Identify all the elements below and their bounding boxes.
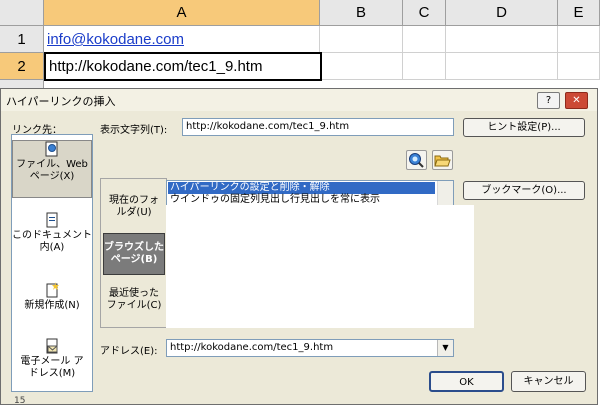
sidebar-item-new-document[interactable]: 新規作成(N) <box>12 282 92 316</box>
sidebar-item-this-document[interactable]: このドキュメント 内(A) <box>12 212 92 258</box>
cell-a1[interactable]: info@kokodane.com <box>44 26 320 53</box>
browse-web-button[interactable] <box>406 150 427 170</box>
row-header-2[interactable]: 2 <box>0 53 44 80</box>
dialog-title: ハイパーリンクの挿入 <box>6 95 116 108</box>
cell-a2-active[interactable]: http://kokodane.com/tec1_9.htm <box>44 52 322 81</box>
sidebar-label-file-web-2: ページ(X) <box>29 171 75 182</box>
column-header-d[interactable]: D <box>446 0 558 26</box>
column-header-c[interactable]: C <box>403 0 446 26</box>
email-icon <box>46 338 58 354</box>
tab-label-browsed-1: ブラウズした <box>104 242 164 253</box>
cell-e2[interactable] <box>558 53 600 80</box>
list-item[interactable]: ハイパーリンクの設定と削除・解除 <box>168 182 435 194</box>
column-header-e[interactable]: E <box>558 0 600 26</box>
sidebar-label-file-web-1: ファイル、Web <box>16 159 88 170</box>
tab-label-recent-2: ファイル(C) <box>106 300 162 311</box>
cell-c2[interactable] <box>403 53 446 80</box>
display-text-input[interactable]: http://kokodane.com/tec1_9.htm <box>182 118 454 136</box>
folder-open-icon <box>434 155 451 167</box>
address-combobox[interactable]: http://kokodane.com/tec1_9.htm <box>166 339 454 357</box>
cell-d2[interactable] <box>446 53 558 80</box>
bookmark-button[interactable]: ブックマーク(O)... <box>463 181 585 200</box>
cell-b1[interactable] <box>320 26 403 53</box>
cell-c1[interactable] <box>403 26 446 53</box>
display-text-label: 表示文字列(T): <box>100 125 168 136</box>
tab-current-folder[interactable]: 現在のフォ ルダ(U) <box>103 195 165 223</box>
list-blank-area <box>166 205 474 328</box>
tab-label-recent-1: 最近使った <box>109 288 159 299</box>
sidebar-label-this-doc-2: 内(A) <box>39 242 65 253</box>
dropdown-arrow-icon[interactable]: ▼ <box>437 340 453 356</box>
new-document-icon <box>46 282 59 298</box>
column-header-b[interactable]: B <box>320 0 403 26</box>
cell-e1[interactable] <box>558 26 600 53</box>
column-header-a[interactable]: A <box>44 0 320 26</box>
document-icon <box>46 212 58 228</box>
tab-label-current-folder-2: ルダ(U) <box>116 207 152 218</box>
sidebar-label-email-1: 電子メール ア <box>20 356 84 367</box>
sidebar-label-email-2: ドレス(M) <box>28 368 76 379</box>
globe-search-icon <box>409 153 424 168</box>
tab-label-browsed-2: ページ(B) <box>110 254 158 265</box>
cell-b2[interactable] <box>320 53 403 80</box>
tab-recent-files[interactable]: 最近使った ファイル(C) <box>103 288 165 316</box>
close-button[interactable]: ✕ <box>565 92 588 109</box>
ok-button[interactable]: OK <box>429 371 504 392</box>
select-all-corner[interactable] <box>0 0 44 26</box>
tab-label-current-folder-1: 現在のフォ <box>109 195 159 206</box>
row-header-1[interactable]: 1 <box>0 26 44 53</box>
sidebar-label-this-doc-1: このドキュメント <box>12 230 92 241</box>
sidebar-item-file-web[interactable]: ファイル、Web ページ(X) <box>12 140 92 198</box>
hint-settings-button[interactable]: ヒント設定(P)... <box>463 118 585 137</box>
email-hyperlink[interactable]: info@kokodane.com <box>47 31 184 48</box>
cell-d1[interactable] <box>446 26 558 53</box>
help-button[interactable]: ? <box>537 92 560 109</box>
sidebar-item-email[interactable]: 電子メール ア ドレス(M) <box>12 338 92 384</box>
address-label: アドレス(E): <box>100 346 158 357</box>
browse-file-button[interactable] <box>432 150 453 170</box>
cancel-button[interactable]: キャンセル <box>511 371 586 392</box>
tab-browsed-pages[interactable]: ブラウズした ページ(B) <box>103 233 165 275</box>
sidebar-label-new: 新規作成(N) <box>24 300 80 311</box>
web-page-icon <box>45 141 58 157</box>
